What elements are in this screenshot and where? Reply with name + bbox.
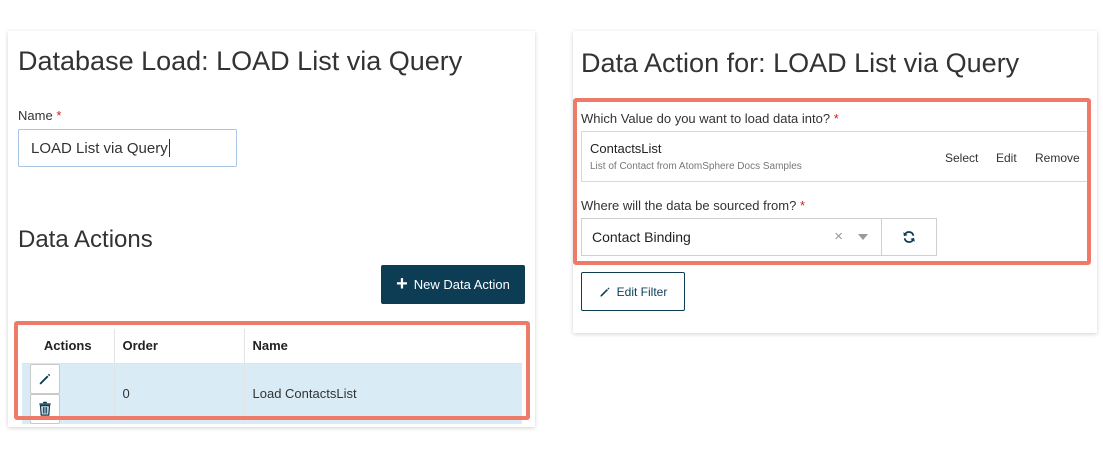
header-order: Order [114, 329, 245, 364]
value-name: ContactsList [590, 141, 662, 156]
name-input-value: LOAD List via Query [31, 139, 168, 157]
value-label: Which Value do you want to load data int… [581, 111, 839, 126]
value-description: List of Contact from AtomSphere Docs Sam… [590, 161, 802, 172]
header-actions: Actions [22, 329, 115, 364]
header-name: Name [244, 329, 522, 364]
clear-icon[interactable]: × [834, 228, 843, 245]
row-actions-cell [22, 363, 115, 424]
plus-icon: + [396, 272, 408, 295]
delete-row-button[interactable] [30, 393, 60, 424]
name-label: Name * [18, 108, 61, 123]
edit-row-button[interactable] [30, 363, 60, 394]
refresh-icon [903, 231, 915, 243]
pencil-icon [39, 373, 51, 384]
text-caret [168, 139, 170, 157]
name-input[interactable]: LOAD List via Query [18, 129, 237, 167]
new-data-action-label: New Data Action [413, 277, 510, 292]
table-row[interactable]: 0 Load ContactsList [22, 363, 522, 424]
required-asterisk: * [799, 198, 806, 213]
edit-filter-label: Edit Filter [616, 284, 668, 299]
remove-value-link[interactable]: Remove [1035, 151, 1080, 165]
row-name-cell: Load ContactsList [244, 363, 522, 424]
source-label-text: Where will the data be sourced from? [581, 198, 797, 213]
chevron-down-icon[interactable] [858, 234, 868, 240]
row-order-cell: 0 [114, 363, 245, 424]
value-label-text: Which Value do you want to load data int… [581, 111, 831, 126]
data-actions-table: Actions Order Name 0 Load ContactsList [22, 329, 522, 424]
data-action-panel: Data Action for: LOAD List via Query Whi… [573, 31, 1097, 333]
edit-filter-button[interactable]: Edit Filter [581, 272, 685, 311]
source-select-value: Contact Binding [592, 229, 691, 245]
source-select[interactable]: Contact Binding × [581, 218, 882, 256]
required-asterisk: * [56, 108, 62, 123]
page-title: Database Load: LOAD List via Query [18, 46, 463, 76]
pencil-icon [600, 287, 610, 296]
data-actions-heading: Data Actions [18, 226, 153, 253]
database-load-panel: Database Load: LOAD List via Query Name … [8, 31, 535, 427]
name-label-text: Name [18, 108, 53, 123]
refresh-button[interactable] [881, 218, 937, 256]
source-label: Where will the data be sourced from? * [581, 198, 805, 213]
edit-value-link[interactable]: Edit [996, 151, 1017, 165]
trash-icon [39, 401, 51, 416]
value-selector: ContactsList List of Contact from AtomSp… [581, 131, 1088, 182]
table-header-row: Actions Order Name [22, 329, 522, 364]
data-action-title: Data Action for: LOAD List via Query [581, 48, 1020, 78]
select-value-link[interactable]: Select [945, 151, 978, 165]
new-data-action-button[interactable]: + New Data Action [381, 265, 525, 304]
required-asterisk: * [833, 111, 839, 126]
